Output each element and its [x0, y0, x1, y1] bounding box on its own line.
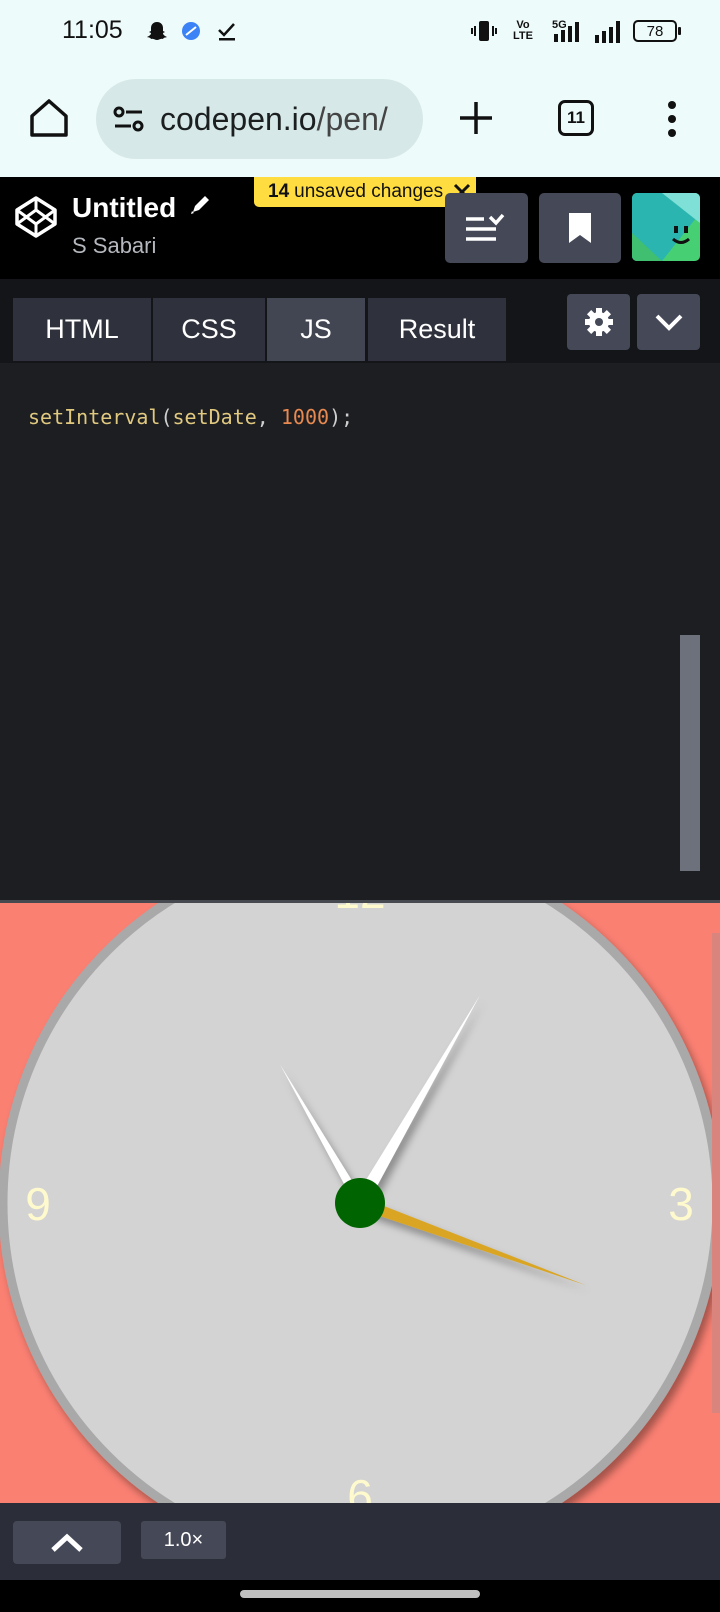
- snapchat-icon: [144, 18, 170, 44]
- signal-icon: [592, 18, 626, 44]
- tab-html[interactable]: HTML: [13, 298, 151, 361]
- battery-icon: 78: [632, 18, 681, 44]
- browser-toolbar: codepen.io/pen/ 11: [0, 62, 720, 177]
- code-arg-delay: 1000: [280, 405, 330, 429]
- tab-css[interactable]: CSS: [153, 298, 265, 361]
- layout-icon: [465, 213, 504, 241]
- gear-icon: [584, 308, 613, 336]
- codepen-header: Untitled S Sabari 14 unsaved changes: [0, 177, 720, 279]
- volte-icon: Vo LTE: [513, 19, 533, 42]
- pen-title[interactable]: Untitled: [72, 192, 176, 224]
- bookmark-icon: [569, 213, 591, 243]
- avatar[interactable]: [632, 193, 700, 261]
- editor-scrollbar[interactable]: [680, 635, 700, 871]
- code-function: setInterval: [28, 405, 161, 429]
- collapse-button[interactable]: [637, 294, 700, 350]
- view-switcher-button[interactable]: [445, 193, 528, 263]
- editor-tab-row: HTML CSS JS Result: [0, 279, 720, 363]
- tab-count: 11: [567, 108, 585, 127]
- browser-badge-icon: [178, 18, 204, 44]
- code-arg-callback: setDate: [172, 405, 257, 429]
- url-host: codepen.io: [160, 101, 317, 137]
- unsaved-count: 14: [268, 181, 290, 202]
- code-separator: ,: [256, 405, 281, 429]
- numeral-12: 12: [334, 903, 385, 918]
- edit-title-icon[interactable]: [188, 193, 212, 217]
- zoom-button[interactable]: 1.0×: [141, 1521, 226, 1559]
- code-paren-open: (: [160, 405, 173, 429]
- status-time: 11:05: [62, 16, 123, 44]
- clock-center: [335, 1178, 385, 1228]
- result-preview: 12 3 6 9: [0, 903, 720, 1503]
- expand-console-button[interactable]: [13, 1521, 121, 1564]
- code-paren-close: );: [329, 405, 354, 429]
- status-bar: 11:05 Vo LTE 5G 78: [0, 0, 720, 62]
- pen-author[interactable]: S Sabari: [72, 233, 156, 259]
- code-line[interactable]: setInterval(setDate, 1000);: [28, 405, 353, 429]
- battery-level: 78: [646, 22, 664, 40]
- address-bar[interactable]: codepen.io/pen/: [96, 79, 423, 159]
- signal-5g-icon: 5G: [550, 18, 590, 44]
- preview-scrollbar[interactable]: [712, 933, 720, 1413]
- menu-icon[interactable]: [660, 98, 684, 140]
- vibrate-icon: [470, 18, 498, 44]
- clock: 12 3 6 9: [0, 903, 720, 1503]
- settings-button[interactable]: [567, 294, 630, 350]
- chevron-up-icon: [51, 1533, 83, 1552]
- chevron-down-icon: [655, 314, 682, 331]
- unsaved-label: unsaved changes: [294, 181, 444, 202]
- bookmark-button[interactable]: [539, 193, 621, 263]
- url-path: /pen/: [316, 101, 388, 137]
- tabs-icon[interactable]: 11: [558, 100, 594, 136]
- svg-text:5G: 5G: [552, 19, 567, 31]
- numeral-6: 6: [347, 1470, 373, 1503]
- new-tab-icon[interactable]: [456, 98, 496, 138]
- url-text[interactable]: codepen.io/pen/: [160, 101, 388, 138]
- code-editor[interactable]: setInterval(setDate, 1000);: [0, 363, 720, 903]
- bottom-bar: 1.0×: [0, 1503, 720, 1580]
- tab-result[interactable]: Result: [368, 298, 506, 361]
- unsaved-changes-badge[interactable]: 14 unsaved changes: [254, 177, 476, 207]
- check-icon: [214, 18, 240, 44]
- codepen-logo-icon[interactable]: [14, 195, 58, 239]
- numeral-9: 9: [25, 1178, 51, 1230]
- home-indicator[interactable]: [240, 1590, 480, 1598]
- numeral-3: 3: [668, 1178, 694, 1230]
- tab-js[interactable]: JS: [267, 298, 365, 361]
- home-icon[interactable]: [26, 95, 72, 141]
- site-settings-icon[interactable]: [112, 103, 146, 135]
